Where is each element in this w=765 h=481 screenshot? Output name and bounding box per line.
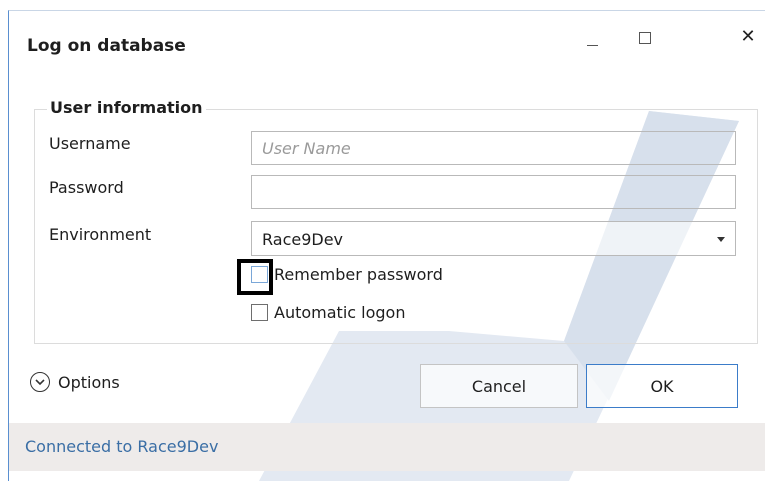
automatic-logon-row[interactable]: Automatic logon — [251, 303, 405, 322]
environment-select[interactable]: Race9Dev — [251, 221, 736, 256]
automatic-logon-checkbox[interactable] — [251, 304, 268, 321]
minimize-button[interactable] — [577, 25, 607, 55]
maximize-icon — [639, 32, 651, 44]
dropdown-arrow-icon — [717, 237, 725, 242]
environment-label: Environment — [49, 225, 152, 244]
connection-status: Connected to Race9Dev — [25, 437, 219, 456]
minimize-icon — [586, 44, 598, 46]
automatic-logon-label: Automatic logon — [274, 303, 406, 322]
environment-value: Race9Dev — [262, 230, 344, 249]
options-label: Options — [58, 372, 120, 392]
cancel-button[interactable]: Cancel — [420, 364, 578, 408]
maximize-button[interactable] — [630, 25, 660, 55]
status-bar: Connected to Race9Dev — [9, 423, 765, 471]
chevron-down-circle-icon — [30, 372, 50, 392]
remember-password-label: Remember password — [274, 265, 443, 284]
username-field[interactable] — [251, 131, 736, 165]
close-button[interactable]: ✕ — [733, 25, 763, 55]
password-label: Password — [49, 178, 124, 197]
password-field[interactable] — [251, 175, 736, 209]
username-label: Username — [49, 134, 131, 153]
ok-button[interactable]: OK — [586, 364, 738, 408]
remember-password-checkbox[interactable] — [251, 266, 268, 283]
group-legend: User information — [47, 98, 206, 117]
options-toggle[interactable]: Options — [30, 372, 120, 392]
dialog-title: Log on database — [27, 36, 186, 56]
close-icon: ✕ — [740, 26, 756, 47]
remember-password-row[interactable]: Remember password — [251, 265, 443, 284]
logon-dialog: Log on database ✕ User information Usern… — [8, 10, 765, 481]
